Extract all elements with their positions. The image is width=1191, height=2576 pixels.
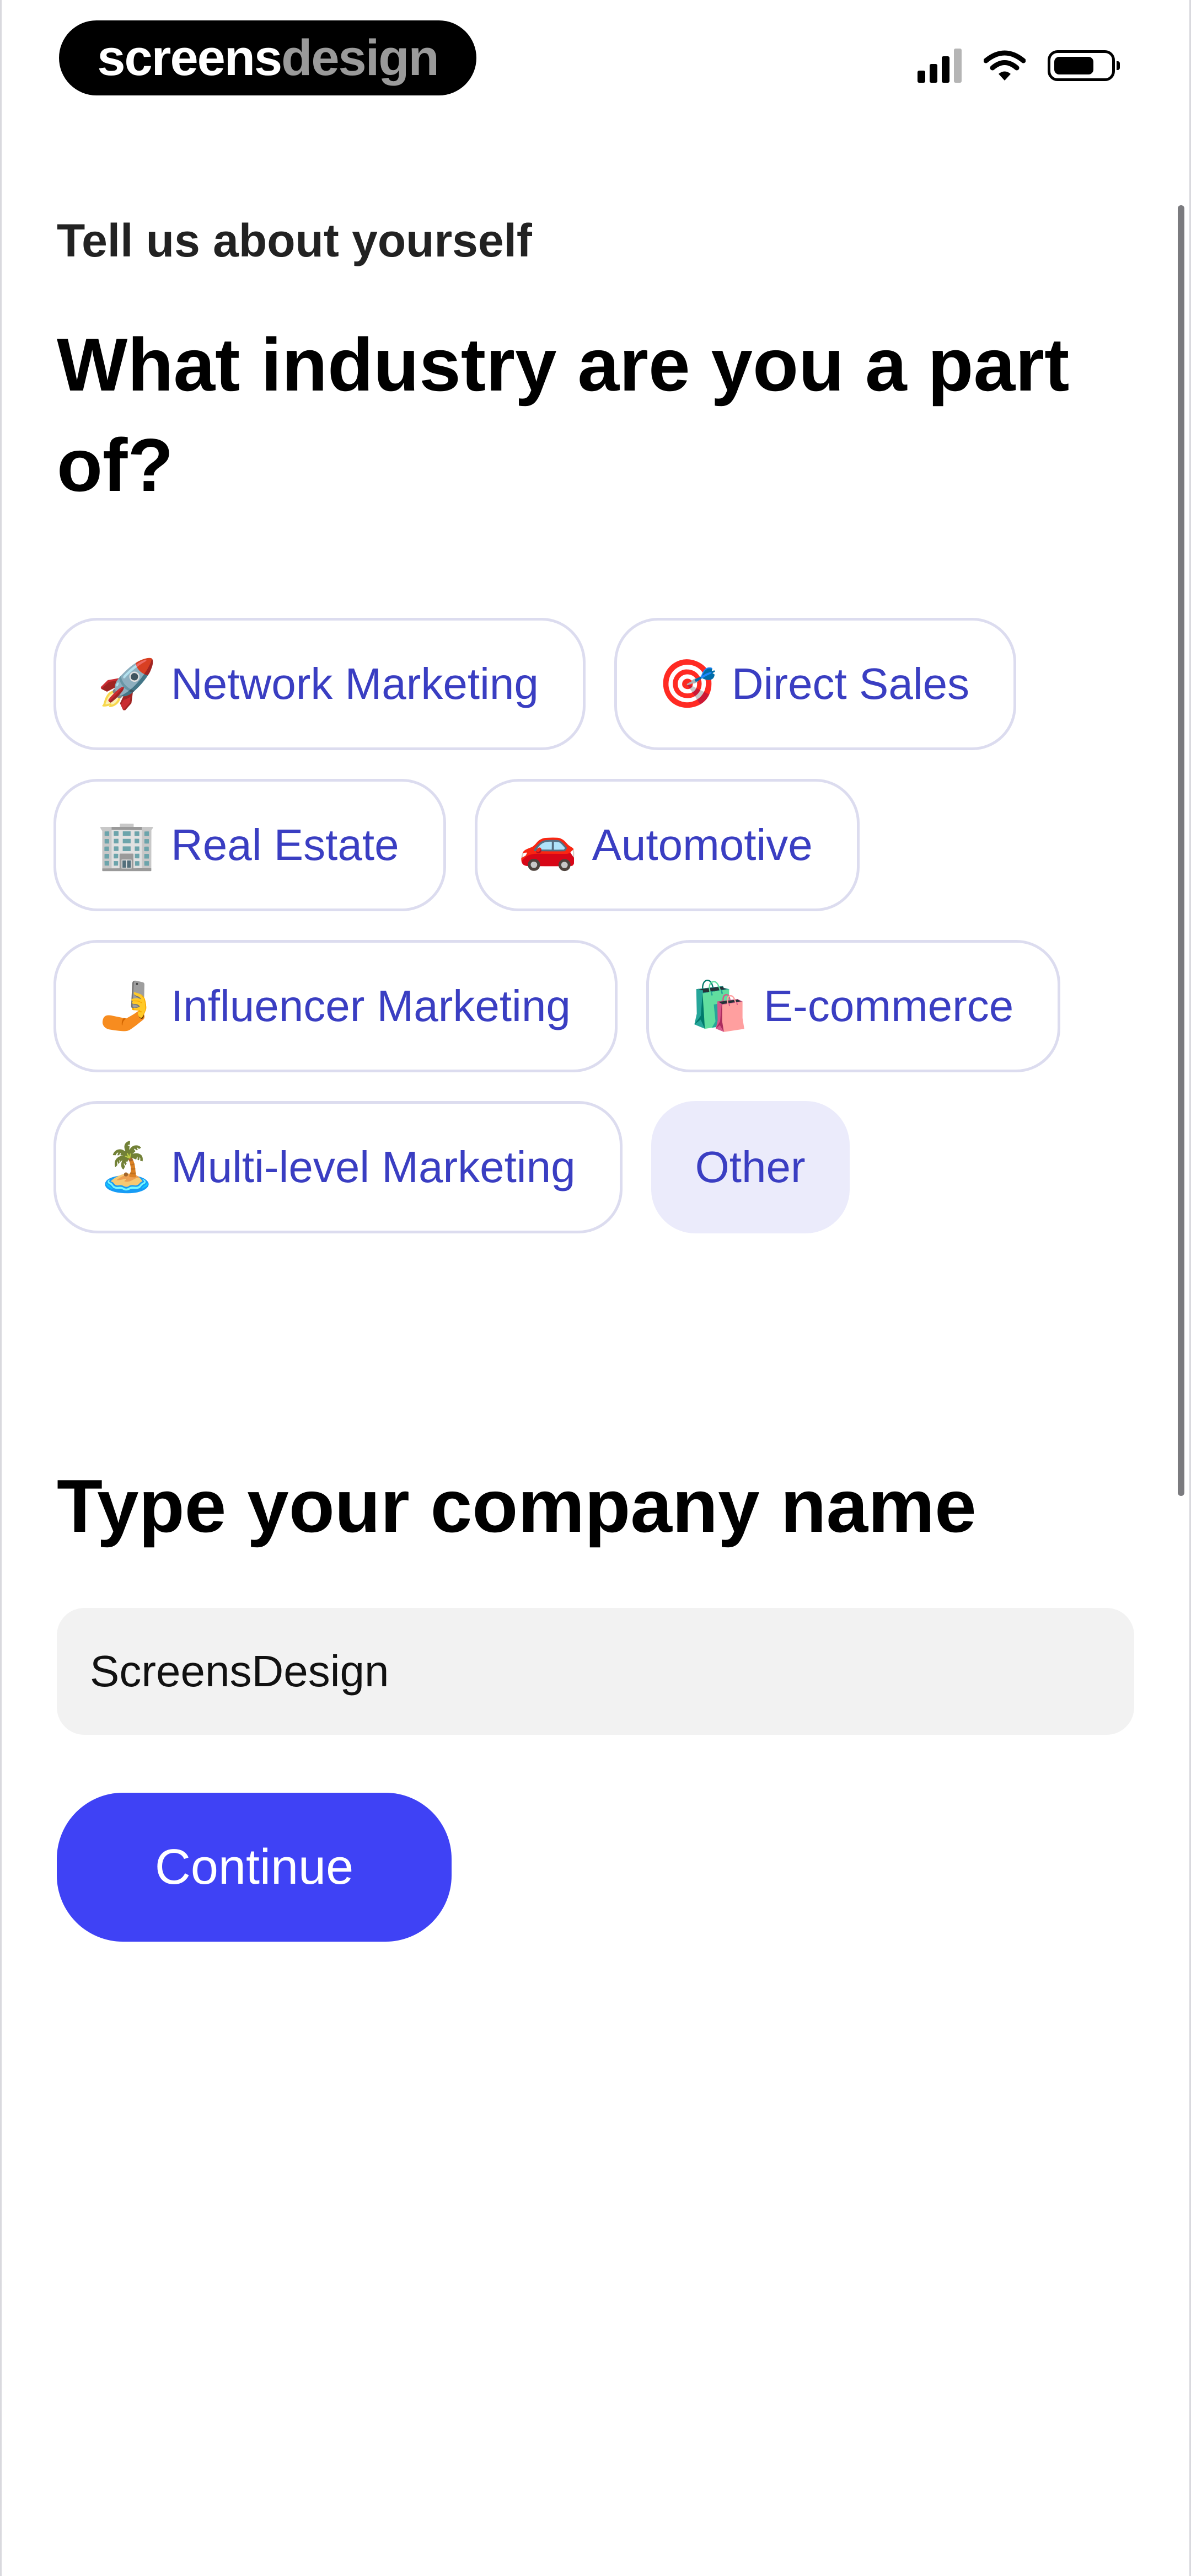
continue-button[interactable]: Continue (57, 1793, 452, 1942)
industry-chip-label: Multi-level Marketing (171, 1142, 576, 1191)
industry-chip[interactable]: 🚗 Automotive (474, 779, 860, 911)
industry-chip-label: Real Estate (171, 820, 399, 869)
rocket-icon: 🚀 (97, 658, 157, 710)
eyebrow-text: Tell us about yourself (57, 215, 532, 266)
battery-icon (1048, 50, 1120, 81)
target-icon: 🎯 (658, 658, 717, 710)
industry-chip[interactable]: 🎯 Direct Sales (614, 618, 1017, 750)
brand-logo-secondary: design (281, 29, 439, 86)
industry-options: 🚀 Network Marketing 🎯 Direct Sales 🏢 Real Est… (53, 618, 1134, 1233)
industry-chip-label: E-commerce (763, 981, 1014, 1030)
industry-chip[interactable]: 🚀 Network Marketing (53, 618, 586, 750)
industry-chip-label: Automotive (592, 820, 813, 869)
frame-edge-left (0, 0, 2, 2576)
island-icon: 🏝️ (97, 1141, 157, 1194)
brand-logo: screens design (59, 20, 476, 95)
company-name-title: Type your company name (57, 1464, 977, 1548)
industry-chip-label: Network Marketing (171, 659, 539, 708)
brand-logo-primary: screens (97, 29, 282, 86)
industry-chip-label: Other (695, 1142, 806, 1191)
status-icons (918, 49, 1120, 83)
signal-icon (918, 49, 962, 83)
company-name-input[interactable] (57, 1608, 1134, 1735)
industry-chip[interactable]: 🤳 Influencer Marketing (53, 940, 618, 1072)
industry-chip-label: Influencer Marketing (171, 981, 571, 1030)
wifi-icon (984, 50, 1026, 81)
selfie-icon: 🤳 (97, 980, 157, 1033)
shopping-bags-icon: 🛍️ (690, 980, 749, 1033)
car-icon: 🚗 (518, 819, 578, 872)
industry-chip[interactable]: 🏝️ Multi-level Marketing (53, 1101, 623, 1233)
industry-chip-label: Direct Sales (731, 659, 970, 708)
industry-chip[interactable]: 🏢 Real Estate (53, 779, 446, 911)
office-building-icon: 🏢 (97, 819, 157, 872)
industry-chip[interactable]: Other (651, 1101, 850, 1233)
industry-chip[interactable]: 🛍️ E-commerce (646, 940, 1061, 1072)
scrollbar[interactable] (1178, 205, 1184, 1496)
page-title: What industry are you a part of? (57, 323, 1070, 507)
